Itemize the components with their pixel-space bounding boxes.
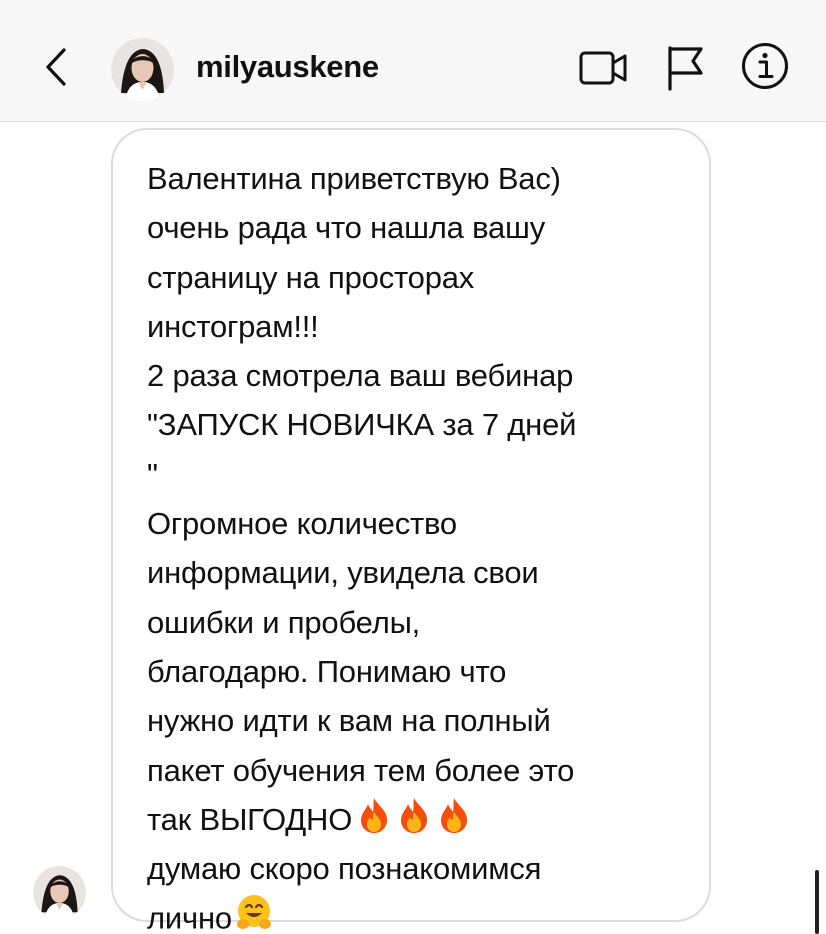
- message-text: лично: [147, 900, 232, 934]
- info-button[interactable]: [739, 40, 791, 92]
- direct-message-screen: milyauskene Валентина приветствую Вас) о…: [0, 0, 826, 934]
- message-line: инстограм!!!: [147, 308, 319, 344]
- fire-emoji: [396, 796, 432, 848]
- message-line: "ЗАПУСК НОВИЧКА за 7 дней: [147, 407, 577, 443]
- sender-avatar[interactable]: [33, 866, 86, 919]
- message-line-with-emoji: лично: [147, 893, 689, 934]
- flag-icon: [668, 46, 703, 91]
- message-line: очень рада что нашла вашу: [147, 210, 546, 246]
- message-line: 2 раза смотрела ваш вебинар: [147, 358, 574, 394]
- hugging-face-emoji: [234, 893, 274, 934]
- message-line: благодарю. Понимаю что: [147, 653, 507, 689]
- message-line: Валентина приветствую Вас): [147, 161, 561, 196]
- profile-photo: [33, 866, 86, 919]
- message-line: страницу на просторах: [147, 259, 475, 295]
- report-button[interactable]: [663, 44, 707, 92]
- chevron-left-icon: [46, 48, 66, 86]
- message-line: информации, увидела свои: [147, 555, 539, 591]
- scrollbar[interactable]: [815, 870, 819, 934]
- username[interactable]: milyauskene: [196, 49, 379, 85]
- back-button[interactable]: [36, 42, 76, 92]
- message-line: ": [147, 456, 158, 492]
- fire-emoji: [356, 796, 392, 848]
- chat-header: milyauskene: [0, 0, 826, 122]
- video-camera-icon: [579, 51, 627, 85]
- message-line: думаю скоро познакомимся: [147, 851, 542, 887]
- message-text: так ВЫГОДНО: [147, 801, 353, 837]
- message-line: пакет обучения тем более это: [147, 752, 575, 788]
- video-call-button[interactable]: [578, 46, 630, 90]
- info-icon: [742, 43, 788, 89]
- message-line: нужно идти к вам на полный: [147, 703, 551, 739]
- message-line-with-emoji: так ВЫГОДНО: [147, 795, 689, 844]
- avatar[interactable]: [111, 38, 174, 101]
- profile-photo: [111, 38, 174, 101]
- message-line: Огромное количество: [147, 506, 457, 542]
- message-line: ошибки и пробелы,: [147, 604, 421, 640]
- message-bubble[interactable]: Валентина приветствую Вас) очень рада чт…: [111, 128, 711, 934]
- fire-emoji: [436, 796, 472, 848]
